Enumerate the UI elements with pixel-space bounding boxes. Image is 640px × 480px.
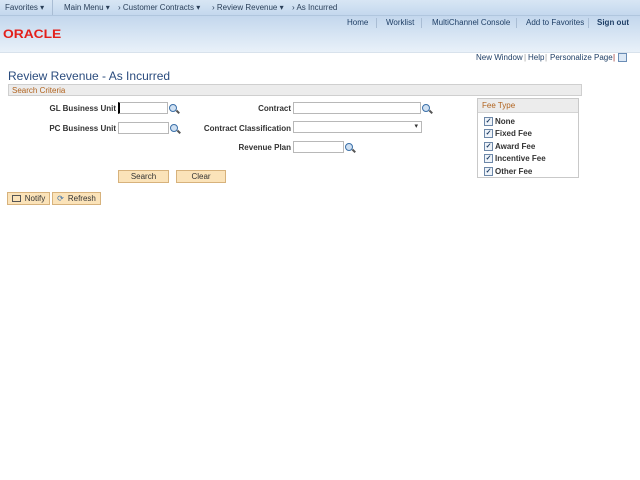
help-link[interactable]: Help	[528, 53, 544, 62]
crumb-label: As Incurred	[296, 3, 338, 12]
contract-lookup-icon[interactable]	[422, 104, 430, 112]
worklist-link[interactable]: Worklist	[386, 18, 414, 27]
refresh-button[interactable]: ⟳ Refresh	[52, 192, 101, 205]
header: Home Worklist MultiChannel Console Add t…	[0, 16, 640, 53]
main-menu-label: Main Menu	[64, 3, 104, 12]
pc-business-unit-lookup-icon[interactable]	[170, 124, 178, 132]
gl-business-unit-input[interactable]	[118, 102, 168, 114]
checkbox-checked-icon: ✓	[484, 167, 493, 177]
divider	[588, 18, 589, 28]
notify-label: Notify	[24, 194, 46, 203]
divider	[376, 18, 377, 28]
checkbox-checked-icon: ✓	[484, 117, 493, 127]
fee-label: Other Fee	[495, 167, 533, 176]
favorites-label: Favorites	[5, 3, 38, 12]
fee-incentive-checkbox[interactable]: ✓ Incentive Fee	[484, 154, 546, 164]
multichannel-console-link[interactable]: MultiChannel Console	[432, 18, 510, 27]
gl-business-unit-label: GL Business Unit	[49, 104, 116, 113]
contract-classification-label: Contract Classification	[203, 124, 291, 133]
pc-business-unit-input[interactable]	[118, 122, 169, 134]
fee-type-group: Fee Type ✓ None ✓ Fixed Fee ✓ Award Fee ✓ In…	[477, 98, 579, 178]
gl-business-unit-lookup-icon[interactable]	[169, 104, 177, 112]
home-link[interactable]: Home	[347, 18, 368, 27]
fee-other-checkbox[interactable]: ✓ Other Fee	[484, 167, 533, 177]
oracle-logo: ORACLE	[3, 27, 62, 41]
revenue-plan-label: Revenue Plan	[238, 143, 291, 152]
crumb-label: Customer Contracts	[122, 3, 195, 12]
search-criteria-header: Search Criteria	[8, 84, 582, 96]
sign-out-link[interactable]: Sign out	[597, 18, 629, 27]
fee-type-header: Fee Type	[478, 99, 578, 113]
refresh-label: Refresh	[67, 194, 96, 203]
personalize-page-link[interactable]: Personalize Page	[550, 53, 613, 62]
page-title: Review Revenue - As Incurred	[8, 69, 171, 83]
checkbox-checked-icon: ✓	[484, 154, 493, 164]
new-window-link[interactable]: New Window	[476, 53, 523, 62]
fee-label: Award Fee	[495, 142, 536, 151]
favorites-menu[interactable]: Favorites ▾	[5, 3, 44, 12]
contract-classification-select[interactable]: ▾	[293, 121, 422, 133]
top-nav-bar: Favorites ▾ Main Menu ▾ › Customer Contr…	[0, 0, 640, 16]
crumb-label: Review Revenue	[216, 3, 278, 12]
add-to-favorites-link[interactable]: Add to Favorites	[526, 18, 584, 27]
notify-icon	[11, 195, 21, 203]
clear-button[interactable]: Clear	[176, 170, 226, 183]
fee-label: Fixed Fee	[495, 129, 532, 138]
notify-button[interactable]: Notify	[7, 192, 50, 205]
checkbox-checked-icon: ✓	[484, 142, 493, 152]
revenue-plan-lookup-icon[interactable]	[345, 143, 353, 151]
search-button[interactable]: Search	[118, 170, 169, 183]
fee-award-checkbox[interactable]: ✓ Award Fee	[484, 142, 536, 152]
contract-label: Contract	[258, 104, 291, 113]
checkbox-checked-icon: ✓	[484, 129, 493, 139]
pc-business-unit-label: PC Business Unit	[49, 124, 116, 133]
divider	[516, 18, 517, 28]
breadcrumb-review-revenue[interactable]: › Review Revenue ▾	[212, 3, 284, 12]
fee-label: Incentive Fee	[495, 154, 546, 163]
breadcrumb-as-incurred[interactable]: › As Incurred	[292, 3, 337, 12]
fee-label: None	[495, 117, 515, 126]
contract-input[interactable]	[293, 102, 421, 114]
divider	[421, 18, 422, 28]
fee-none-checkbox[interactable]: ✓ None	[484, 117, 515, 127]
page-layout-icon[interactable]	[618, 53, 627, 62]
revenue-plan-input[interactable]	[293, 141, 344, 153]
fee-fixed-checkbox[interactable]: ✓ Fixed Fee	[484, 129, 532, 139]
refresh-icon: ⟳	[57, 194, 64, 203]
breadcrumb-customer-contracts[interactable]: › Customer Contracts ▾	[118, 3, 200, 12]
main-menu[interactable]: Main Menu ▾	[64, 3, 110, 12]
divider	[52, 0, 53, 15]
